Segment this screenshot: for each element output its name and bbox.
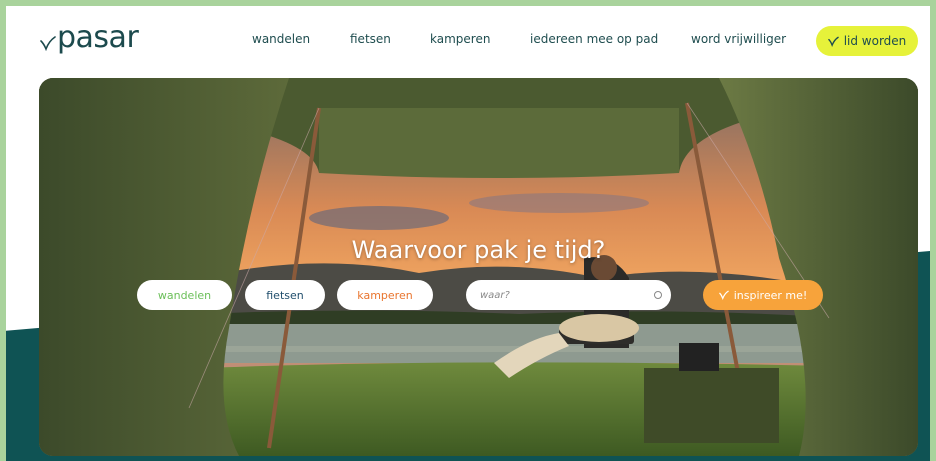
search-input[interactable] xyxy=(466,280,671,310)
nav-item-wandelen[interactable]: wandelen xyxy=(252,32,310,46)
page: pasar wandelen fietsen kamperen iedereen… xyxy=(6,6,930,461)
nav-item-fietsen[interactable]: fietsen xyxy=(350,32,391,46)
nav-item-iedereen-mee-op-pad[interactable]: iedereen mee op pad xyxy=(530,32,658,46)
location-icon xyxy=(654,291,662,299)
chip-kamperen[interactable]: kamperen xyxy=(337,280,433,310)
nav-item-kamperen[interactable]: kamperen xyxy=(430,32,490,46)
hero-banner: Waarvoor pak je tijd? wandelen fietsen k… xyxy=(39,78,918,456)
chip-wandelen-label: wandelen xyxy=(157,288,212,302)
leaf-icon xyxy=(827,36,839,47)
logo[interactable]: pasar xyxy=(40,20,139,55)
hero-image xyxy=(39,78,918,456)
nav-item-word-vrijwilliger[interactable]: word vrijwilliger xyxy=(691,32,786,46)
chip-kamperen-label: kamperen xyxy=(357,288,413,302)
hero-headline: Waarvoor pak je tijd? xyxy=(351,236,606,264)
lid-worden-label: lid worden xyxy=(843,34,907,48)
inspireer-me-label: inspireer me! xyxy=(733,288,808,302)
chip-fietsen-label: fietsen xyxy=(266,288,304,302)
chip-wandelen[interactable]: wandelen xyxy=(137,280,232,310)
logo-text: pasar xyxy=(57,20,139,55)
leaf-icon xyxy=(40,35,56,51)
inspireer-me-button[interactable]: inspireer me! xyxy=(703,280,823,310)
chip-fietsen[interactable]: fietsen xyxy=(245,280,325,310)
leaf-icon xyxy=(718,290,729,300)
lid-worden-button[interactable]: lid worden xyxy=(816,26,918,56)
